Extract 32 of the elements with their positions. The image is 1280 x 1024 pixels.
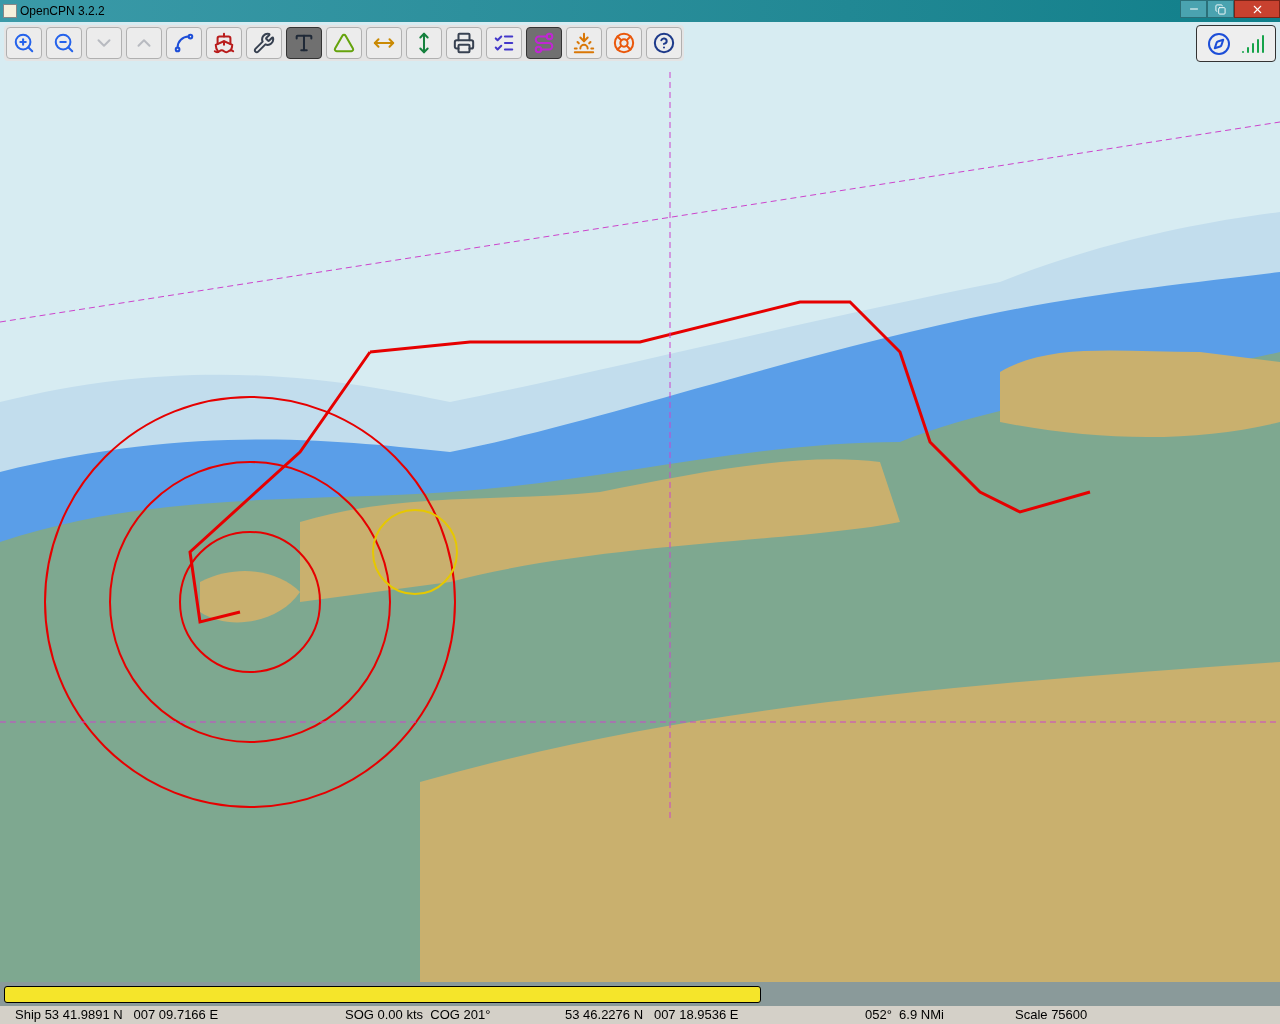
status-text: 53 46.2276 N 007 18.9536 E — [565, 1006, 740, 1024]
window-title: OpenCPN 3.2.2 — [20, 3, 105, 20]
toolbar-button[interactable] — [46, 27, 82, 59]
close-button[interactable] — [1234, 0, 1280, 18]
zoom-in-icon — [13, 32, 35, 54]
maximize-button[interactable] — [1207, 0, 1234, 18]
route-line-icon — [173, 32, 195, 54]
toolbar-button[interactable] — [246, 27, 282, 59]
toolbar-button[interactable] — [166, 27, 202, 59]
app-icon — [3, 4, 17, 18]
status-text: Scale 75600 — [1015, 1006, 1089, 1024]
help-icon — [653, 32, 675, 54]
track-icon — [533, 32, 555, 54]
toolbar-button[interactable] — [6, 27, 42, 59]
wrench-icon — [253, 32, 275, 54]
compass-icon — [1207, 31, 1231, 56]
sunset-icon — [573, 32, 595, 54]
life-buoy-icon — [613, 32, 635, 54]
toolbar-button[interactable] — [646, 27, 682, 59]
triangle-icon — [333, 32, 355, 54]
restore-icon — [1215, 3, 1226, 15]
boat-icon — [213, 32, 235, 54]
toolbar-button[interactable] — [486, 27, 522, 59]
toolbar-button[interactable] — [446, 27, 482, 59]
status-text: SOG 0.00 kts COG 201° — [345, 1006, 492, 1024]
toolbar-button[interactable] — [206, 27, 242, 59]
printer-icon — [453, 32, 475, 54]
zoom-out-icon — [53, 32, 75, 54]
status-text: Ship 53 41.9891 N 007 09.7166 E — [15, 1006, 220, 1024]
status-text: 052° 6.9 NMi — [865, 1006, 945, 1024]
minimize-button[interactable] — [1180, 0, 1207, 18]
toolbar-button[interactable] — [406, 27, 442, 59]
